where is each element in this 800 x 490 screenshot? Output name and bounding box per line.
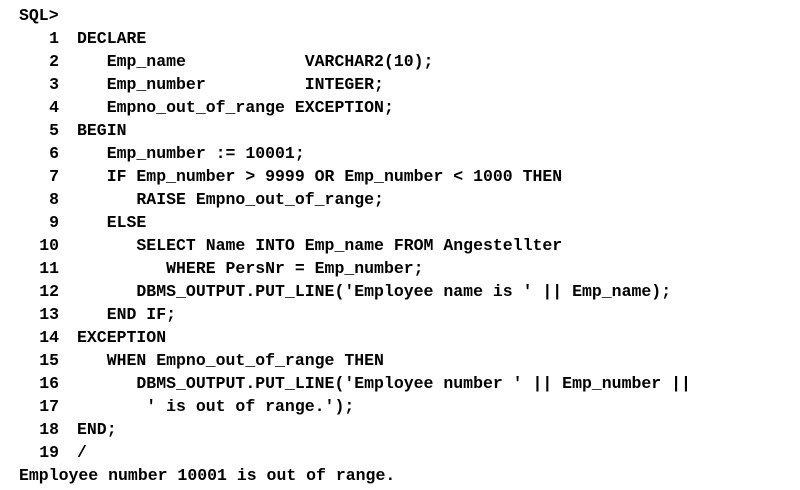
line-number: 11 bbox=[39, 259, 59, 278]
line-number: 15 bbox=[39, 351, 59, 370]
code-line: 8 RAISE Empno_out_of_range; bbox=[19, 188, 800, 211]
line-number: 13 bbox=[39, 305, 59, 324]
code-text: WHEN Empno_out_of_range THEN bbox=[77, 351, 384, 370]
line-number: 6 bbox=[49, 144, 59, 163]
code-text: IF Emp_number > 9999 OR Emp_number < 100… bbox=[77, 167, 563, 186]
code-line: 2 Emp_name VARCHAR2(10); bbox=[19, 50, 800, 73]
code-line: 10 SELECT Name INTO Emp_name FROM Angest… bbox=[19, 234, 800, 257]
code-text: DECLARE bbox=[77, 29, 147, 48]
code-line: 16 DBMS_OUTPUT.PUT_LINE('Employee number… bbox=[19, 372, 800, 395]
code-line: 17 ' is out of range.'); bbox=[19, 395, 800, 418]
code-text: DBMS_OUTPUT.PUT_LINE('Employee name is '… bbox=[77, 282, 672, 301]
line-number: 7 bbox=[49, 167, 59, 186]
code-text: BEGIN bbox=[77, 121, 127, 140]
code-line: 11 WHERE PersNr = Emp_number; bbox=[19, 257, 800, 280]
code-line: 18 END; bbox=[19, 418, 800, 441]
code-line: 6 Emp_number := 10001; bbox=[19, 142, 800, 165]
execution-output: Employee number 10001 is out of range. bbox=[19, 466, 396, 485]
code-line: 15 WHEN Empno_out_of_range THEN bbox=[19, 349, 800, 372]
line-number: 1 bbox=[49, 29, 59, 48]
code-line: 14 EXCEPTION bbox=[19, 326, 800, 349]
code-text: / bbox=[77, 443, 87, 462]
line-number: 19 bbox=[39, 443, 59, 462]
code-text: EXCEPTION bbox=[77, 328, 167, 347]
code-text: END; bbox=[77, 420, 117, 439]
code-text: DBMS_OUTPUT.PUT_LINE('Employee number ' … bbox=[77, 374, 691, 393]
code-line: 19 / bbox=[19, 441, 800, 464]
code-line: 13 END IF; bbox=[19, 303, 800, 326]
code-text: Emp_number := 10001; bbox=[77, 144, 305, 163]
line-number: 4 bbox=[49, 98, 59, 117]
sql-prompt: SQL> bbox=[19, 6, 59, 25]
line-number: 9 bbox=[49, 213, 59, 232]
line-number: 17 bbox=[39, 397, 59, 416]
line-number: 8 bbox=[49, 190, 59, 209]
line-number: 10 bbox=[39, 236, 59, 255]
line-number: 16 bbox=[39, 374, 59, 393]
line-number: 3 bbox=[49, 75, 59, 94]
line-number: 12 bbox=[39, 282, 59, 301]
line-number: 2 bbox=[49, 52, 59, 71]
code-text: ELSE bbox=[77, 213, 147, 232]
code-text: WHERE PersNr = Emp_number; bbox=[77, 259, 424, 278]
code-text: END IF; bbox=[77, 305, 177, 324]
code-line: 5 BEGIN bbox=[19, 119, 800, 142]
code-line: 9 ELSE bbox=[19, 211, 800, 234]
line-number: 5 bbox=[49, 121, 59, 140]
code-text: Empno_out_of_range EXCEPTION; bbox=[77, 98, 394, 117]
code-text: ' is out of range.'); bbox=[77, 397, 355, 416]
line-number: 18 bbox=[39, 420, 59, 439]
code-text: RAISE Empno_out_of_range; bbox=[77, 190, 384, 209]
code-text: SELECT Name INTO Emp_name FROM Angestell… bbox=[77, 236, 563, 255]
sql-terminal: SQL> 1 DECLARE 2 Emp_name VARCHAR2(10); 3… bbox=[0, 0, 800, 490]
code-text: Emp_name VARCHAR2(10); bbox=[77, 52, 434, 71]
code-line: 4 Empno_out_of_range EXCEPTION; bbox=[19, 96, 800, 119]
code-text: Emp_number INTEGER; bbox=[77, 75, 384, 94]
line-number: 14 bbox=[39, 328, 59, 347]
code-line: 1 DECLARE bbox=[19, 27, 800, 50]
code-line: 7 IF Emp_number > 9999 OR Emp_number < 1… bbox=[19, 165, 800, 188]
code-line: 3 Emp_number INTEGER; bbox=[19, 73, 800, 96]
code-line: 12 DBMS_OUTPUT.PUT_LINE('Employee name i… bbox=[19, 280, 800, 303]
